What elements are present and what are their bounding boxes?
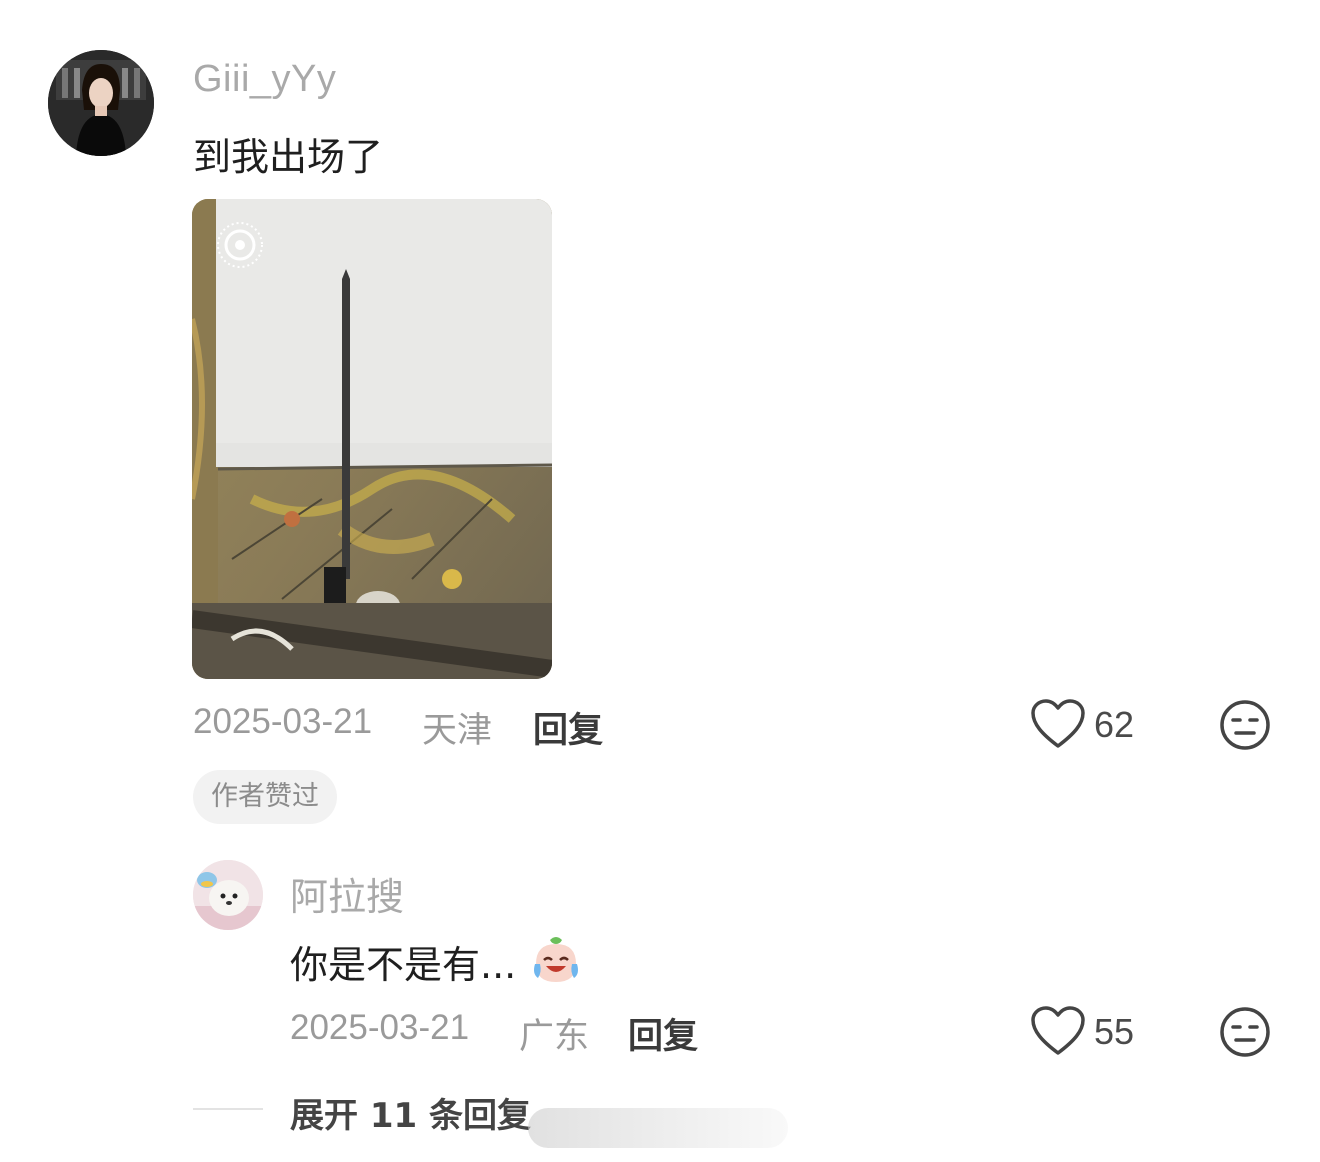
comment-location: 广东 [519,1017,590,1056]
like-count: 55 [1094,1011,1135,1052]
avatar-image [48,50,154,156]
like-button[interactable] [1030,698,1086,754]
username[interactable]: Giii_yYy [193,58,336,101]
avatar[interactable] [193,860,263,930]
dislike-button[interactable] [1218,1005,1272,1063]
watermark [528,1108,788,1148]
comment-date: 2025-03-21 [290,1008,470,1047]
meh-face-icon [1220,700,1270,750]
comment-text-content: 你是不是有... [290,943,517,987]
like-button[interactable] [1030,1005,1086,1061]
comment-text: 到我出场了 [193,135,384,179]
like-count: 62 [1094,704,1135,745]
dislike-button[interactable] [1218,698,1272,756]
comment-text: 你是不是有... [290,934,582,989]
crying-laugh-emoji-icon [534,937,579,982]
comment-location: 天津 [422,711,493,750]
comment-photo[interactable] [192,199,552,679]
reply-button[interactable]: 回复 [533,702,603,753]
heart-icon [1031,699,1085,748]
username[interactable]: 阿拉搜 [290,866,404,921]
avatar-image [193,860,263,930]
expand-replies-button[interactable]: 展开 11 条回复 [290,1088,531,1137]
reply-button[interactable]: 回复 [628,1008,698,1059]
author-liked-badge: 作者赞过 [193,770,337,824]
comment-date: 2025-03-21 [193,702,373,741]
avatar[interactable] [48,50,154,156]
meh-face-icon [1220,1007,1270,1057]
photo-image [192,199,552,679]
heart-icon [1031,1006,1085,1055]
divider [193,1108,263,1110]
